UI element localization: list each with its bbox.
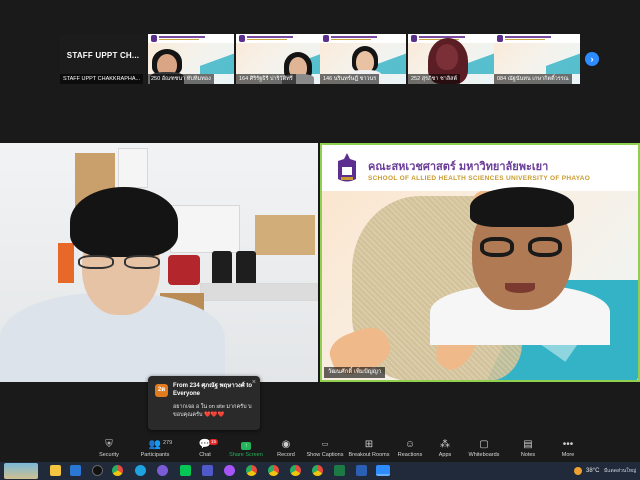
chevron-right-icon[interactable]: › [585, 52, 599, 66]
line-icon[interactable] [180, 465, 191, 476]
explorer-icon[interactable] [50, 465, 61, 476]
firefox-icon[interactable] [157, 465, 168, 476]
participant-name: 164 ศิริรัฐธิรี ปาริวัติทรี [236, 74, 296, 84]
participant-tile[interactable]: 164 ศิริรัฐธิรี ปาริวัติทรี [236, 34, 322, 84]
participant-name: 252 สุรภิชา ชาลิสต์ [408, 74, 461, 84]
teams-icon[interactable] [202, 465, 213, 476]
participants-button[interactable]: 👥 Participants 279 [127, 439, 183, 461]
participant-strip: STAFF UPPT CH... STAFF UPPT CHAKKRAPHA..… [60, 34, 600, 84]
participant-name: 250 อัณฑชนา ทับทิมทอง [148, 74, 214, 84]
video-tile-active-speaker[interactable]: คณะสหเวชศาสตร์ มหาวิทยาลัยพะเยา SCHOOL O… [320, 143, 640, 382]
video-tile-left[interactable] [0, 143, 318, 382]
chat-sender-avatar: 2ต [155, 384, 168, 397]
slide-title-english: SCHOOL OF ALLIED HEALTH SCIENCES UNIVERS… [368, 175, 591, 182]
word-icon[interactable] [356, 465, 367, 476]
chrome-icon[interactable] [112, 465, 123, 476]
participant-display-name: STAFF UPPT CH... [66, 51, 140, 60]
participant-tile[interactable]: STAFF UPPT CH... STAFF UPPT CHAKKRAPHA..… [60, 34, 146, 84]
chrome-icon[interactable] [290, 465, 301, 476]
meeting-toolbar: ⛨ Security 👥 Participants 279 💬 Chat 15 … [0, 437, 640, 462]
zoom-meeting-window: STAFF UPPT CH... STAFF UPPT CHAKKRAPHA..… [0, 0, 640, 480]
excel-icon[interactable] [334, 465, 345, 476]
temperature: 38°C [586, 468, 600, 474]
more-icon: ••• [562, 439, 574, 450]
more-button[interactable]: ••• More [540, 439, 596, 461]
windows-taskbar: 38°C มีแดดส่วนใหญ่ [0, 462, 640, 480]
chrome-icon[interactable] [312, 465, 323, 476]
chat-notification[interactable]: 2ต From 234 ศุภณัฐ พฤษาวงศ์ to Everyone … [148, 376, 260, 430]
media-icon[interactable] [92, 465, 103, 476]
glasses-icon [78, 255, 162, 269]
messenger-icon[interactable] [224, 465, 235, 476]
participants-icon: 👥 [148, 439, 162, 450]
chat-unread-badge: 15 [209, 439, 219, 445]
participant-tile[interactable]: 084 ณัฐนันทน เกษากิตติ์วรรณ [494, 34, 580, 84]
zoom-icon[interactable] [376, 465, 390, 476]
chrome-icon[interactable] [268, 465, 279, 476]
university-logo [338, 153, 356, 182]
participant-name: STAFF UPPT CHAKKRAPHA... [60, 74, 144, 84]
participant-tile[interactable]: 146 นรินทร์ษฎี ชาวนร [320, 34, 406, 84]
chat-message: อยากเจอ อ ใน on site มากครับ บ ขอบคุณครั… [173, 404, 252, 418]
speaker-name-label: วัฒนศักดิ์ เพิ่มปัญญา [324, 367, 386, 378]
mail-icon[interactable] [70, 465, 81, 476]
close-icon[interactable]: × [252, 379, 256, 386]
participant-tile[interactable]: 252 สุรภิชา ชาลิสต์ [408, 34, 494, 84]
chrome-icon[interactable] [246, 465, 257, 476]
participant-name: 146 นรินทร์ษฎี ชาวนร [320, 74, 380, 84]
participants-count: 279 [163, 440, 173, 446]
slide-title-thai: คณะสหเวชศาสตร์ มหาวิทยาลัยพะเยา [368, 161, 549, 173]
weather-icon[interactable] [574, 467, 582, 475]
participant-tile[interactable]: 250 อัณฑชนา ทับทิมทอง [148, 34, 234, 84]
edge-icon[interactable] [135, 465, 146, 476]
chat-sender: From 234 ศุภณัฐ พฤษาวงศ์ to Everyone [173, 383, 253, 397]
weather-text: มีแดดส่วนใหญ่ [604, 468, 637, 474]
participant-name: 084 ณัฐนันทน เกษากิตติ์วรรณ [494, 74, 572, 84]
glasses-icon [480, 237, 564, 257]
desktop-widget[interactable] [4, 463, 38, 479]
